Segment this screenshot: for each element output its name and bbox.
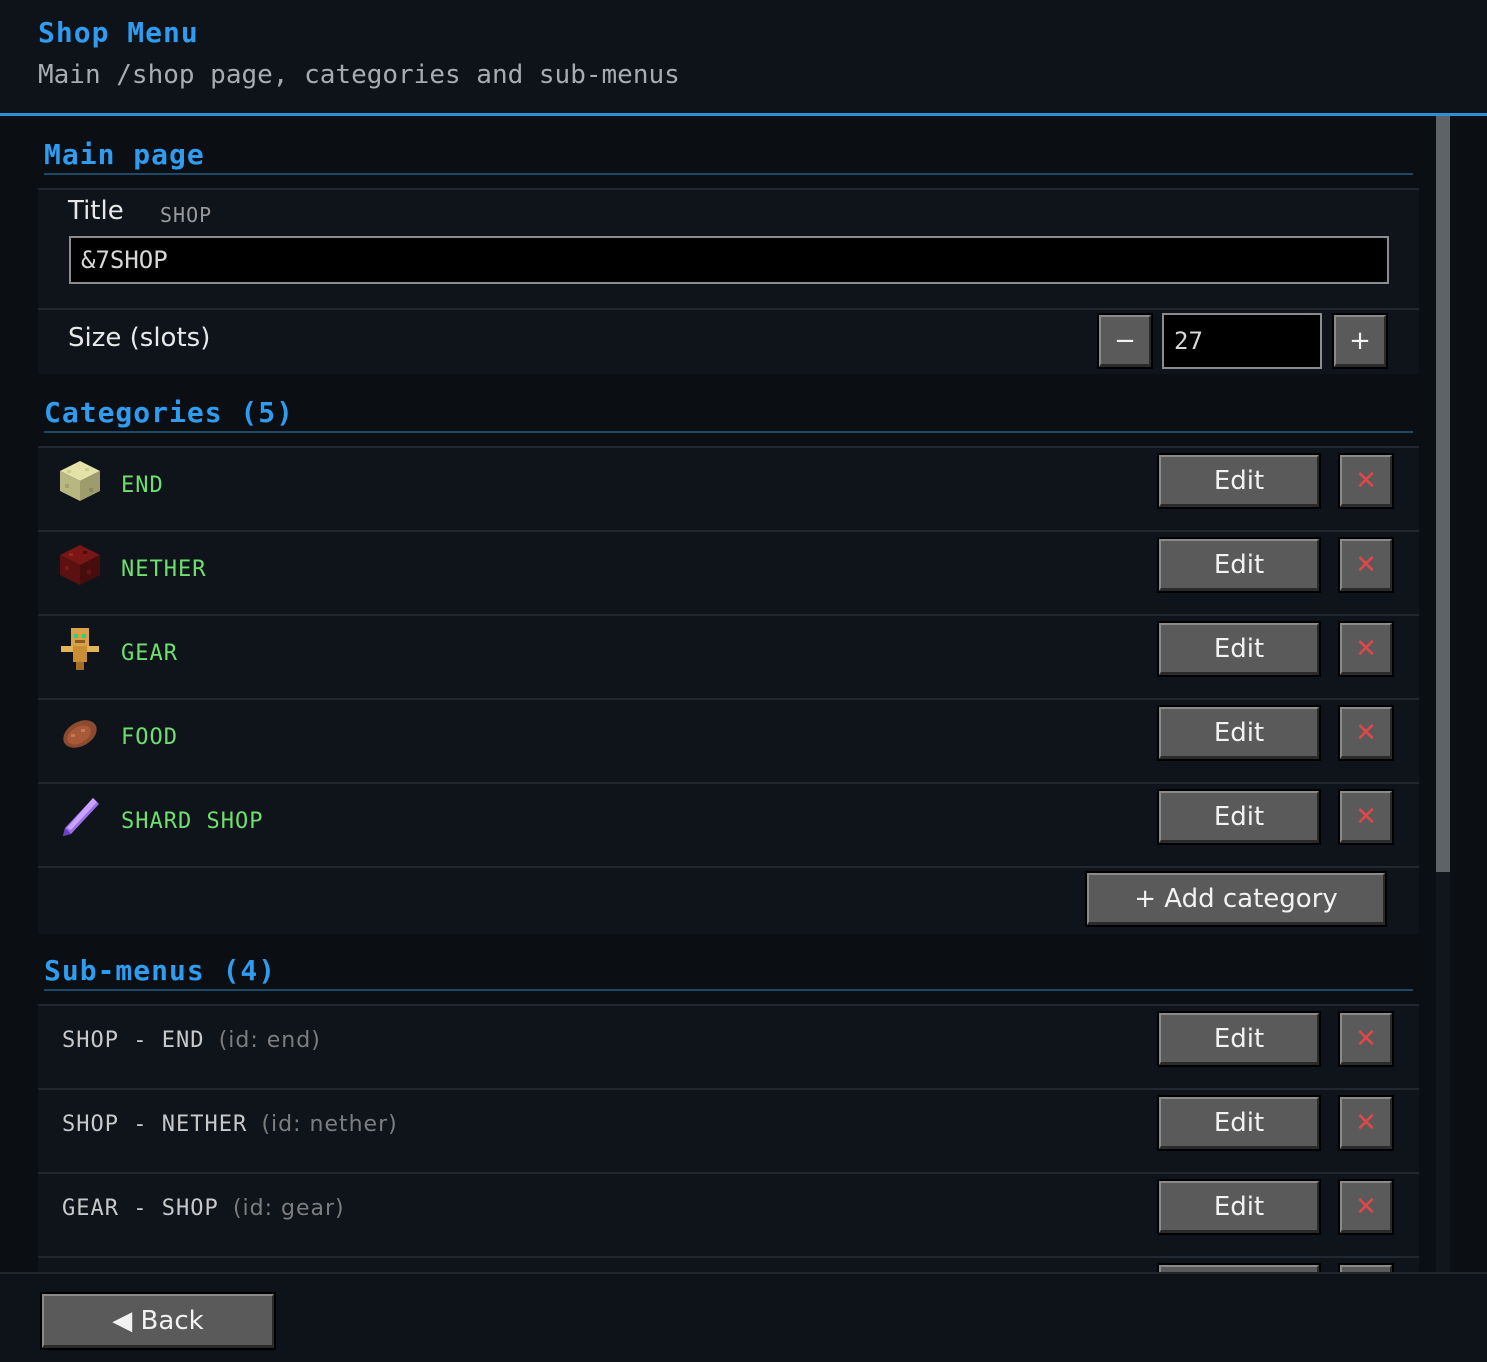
edit-category-button[interactable]: Edit (1157, 705, 1321, 761)
section-divider (44, 173, 1413, 175)
edit-submenu-button[interactable]: Edit (1157, 1179, 1321, 1235)
submenu-id: (id: end) (218, 1028, 321, 1053)
delete-submenu-button[interactable]: ✕ (1338, 1179, 1394, 1235)
title-preview: SHOP (160, 203, 213, 227)
delete-category-button[interactable]: ✕ (1338, 453, 1394, 509)
size-decrease-button[interactable]: − (1097, 313, 1153, 369)
edit-category-button[interactable]: Edit (1157, 789, 1321, 845)
delete-submenu-button[interactable]: ✕ (1338, 1095, 1394, 1151)
edit-submenu-button[interactable]: Edit (1157, 1095, 1321, 1151)
add-category-row: + Add category (38, 866, 1419, 934)
submenu-name: SHOP - END (62, 1028, 205, 1053)
back-button[interactable]: ◀ Back (40, 1292, 276, 1350)
categories-heading: Categories (5) (44, 396, 295, 429)
submenu-row: SHOP - END (id: end) Edit ✕ (38, 1004, 1419, 1088)
category-name: GEAR (121, 641, 178, 666)
steak-icon (63, 720, 97, 748)
delete-submenu-button[interactable] (1338, 1263, 1394, 1272)
category-row: GEAR Edit ✕ (38, 614, 1419, 698)
scroll-content: Main page Title SHOP &7SHOP Size (slots)… (0, 116, 1487, 1272)
submenu-label: GEAR - SHOP (id: gear) (62, 1196, 345, 1221)
category-row: NETHER Edit ✕ (38, 530, 1419, 614)
submenu-name: GEAR - SHOP (62, 1196, 219, 1221)
submenu-id: (id: gear) (232, 1196, 345, 1221)
scrollbar-thumb[interactable] (1436, 116, 1450, 872)
submenu-label: SHOP - NETHER (id: nether) (62, 1112, 398, 1137)
title-label: Title (68, 196, 124, 226)
size-panel: Size (slots) − 27 + (38, 308, 1419, 374)
submenus-heading: Sub-menus (4) (44, 954, 277, 987)
submenu-row (38, 1256, 1419, 1272)
category-row: SHARD SHOP Edit ✕ (38, 782, 1419, 866)
delete-submenu-button[interactable]: ✕ (1338, 1011, 1394, 1067)
amethyst-shard-icon (63, 798, 99, 836)
main-page-heading: Main page (44, 138, 205, 171)
edit-submenu-button[interactable] (1157, 1263, 1321, 1272)
section-divider (44, 431, 1413, 433)
page-title: Shop Menu (38, 16, 199, 49)
submenu-row: GEAR - SHOP (id: gear) Edit ✕ (38, 1172, 1419, 1256)
submenu-id: (id: nether) (261, 1112, 398, 1137)
section-divider (44, 989, 1413, 991)
edit-category-button[interactable]: Edit (1157, 453, 1321, 509)
size-increase-button[interactable]: + (1332, 313, 1388, 369)
end-stone-icon (60, 461, 100, 501)
submenu-label: SHOP - END (id: end) (62, 1028, 321, 1053)
nether-wart-block-icon (60, 545, 100, 585)
page-subtitle: Main /shop page, categories and sub-menu… (38, 60, 680, 90)
category-name: END (121, 473, 164, 498)
category-row: END Edit ✕ (38, 446, 1419, 530)
delete-category-button[interactable]: ✕ (1338, 789, 1394, 845)
totem-icon (61, 628, 99, 670)
title-input[interactable]: &7SHOP (69, 236, 1389, 284)
delete-category-button[interactable]: ✕ (1338, 537, 1394, 593)
category-name: SHARD SHOP (121, 809, 264, 834)
page-header: Shop Menu Main /shop page, categories an… (0, 0, 1487, 116)
size-label: Size (slots) (68, 323, 211, 353)
category-name: FOOD (121, 725, 178, 750)
footer-bar: ◀ Back (0, 1272, 1487, 1362)
add-category-button[interactable]: + Add category (1085, 871, 1387, 927)
size-input[interactable]: 27 (1162, 313, 1322, 369)
category-row: FOOD Edit ✕ (38, 698, 1419, 782)
submenu-row: SHOP - NETHER (id: nether) Edit ✕ (38, 1088, 1419, 1172)
category-name: NETHER (121, 557, 207, 582)
edit-submenu-button[interactable]: Edit (1157, 1011, 1321, 1067)
delete-category-button[interactable]: ✕ (1338, 705, 1394, 761)
delete-category-button[interactable]: ✕ (1338, 621, 1394, 677)
edit-category-button[interactable]: Edit (1157, 537, 1321, 593)
edit-category-button[interactable]: Edit (1157, 621, 1321, 677)
title-panel: Title SHOP &7SHOP (38, 188, 1419, 308)
submenu-name: SHOP - NETHER (62, 1112, 248, 1137)
